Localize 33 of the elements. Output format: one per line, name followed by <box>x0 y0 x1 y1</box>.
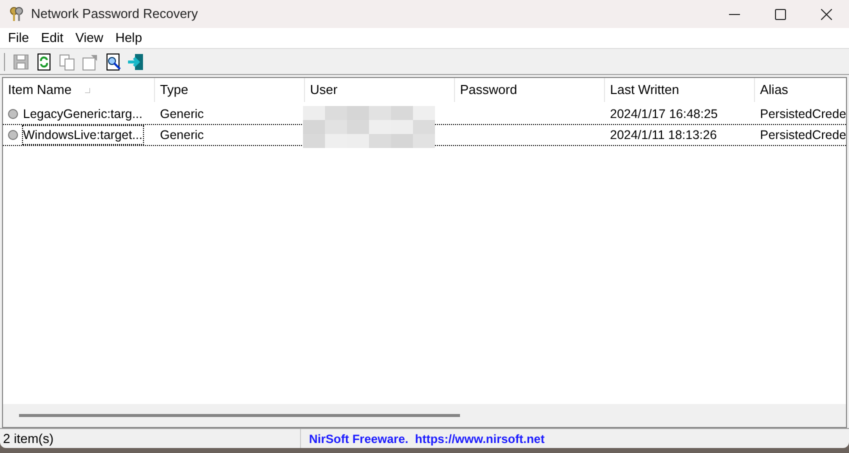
column-header[interactable]: Last Written <box>605 78 755 102</box>
table-cell-text: LegacyGeneric:targ... <box>23 106 143 123</box>
horizontal-scrollbar[interactable] <box>19 414 460 417</box>
maximize-icon <box>774 8 786 20</box>
refresh-icon <box>34 52 52 70</box>
column-header[interactable]: Item Name <box>3 78 155 102</box>
menu-item[interactable]: Help <box>109 28 148 48</box>
table-cell-text: 2024/1/11 18:13:26 <box>610 126 717 144</box>
column-header[interactable]: Password <box>455 78 605 102</box>
exit-button[interactable] <box>126 52 145 71</box>
table-cell: WindowsLive:target... <box>23 126 142 144</box>
table-cell-text: Generic <box>160 106 204 123</box>
menu-item[interactable]: File <box>2 28 35 48</box>
window-title: Network Password Recovery <box>31 5 198 24</box>
menu-item[interactable]: Edit <box>34 28 70 48</box>
status-dot-icon <box>8 130 18 140</box>
exit-door-icon <box>126 52 144 70</box>
column-header[interactable]: User <box>305 78 455 102</box>
properties-icon <box>80 52 98 70</box>
status-dot-icon <box>8 109 18 119</box>
find-icon <box>104 52 122 70</box>
item-count: 2 item(s) <box>2 430 55 448</box>
menu-item[interactable]: View <box>69 28 110 48</box>
column-header[interactable]: Alias <box>755 78 846 102</box>
column-header[interactable]: Type <box>155 78 305 102</box>
close-icon <box>820 8 832 20</box>
table-cell-text: PersistedCrede <box>760 106 846 123</box>
copy-icon <box>58 52 76 70</box>
website-link[interactable]: NirSoft Freeware. https://www.nirsoft.net <box>301 430 545 448</box>
table-cell-text: Generic <box>160 126 204 144</box>
table-cell-text: 2024/1/17 16:48:25 <box>610 106 718 123</box>
table-cell-text: PersistedCrede <box>760 126 846 144</box>
keys-icon <box>9 6 24 22</box>
